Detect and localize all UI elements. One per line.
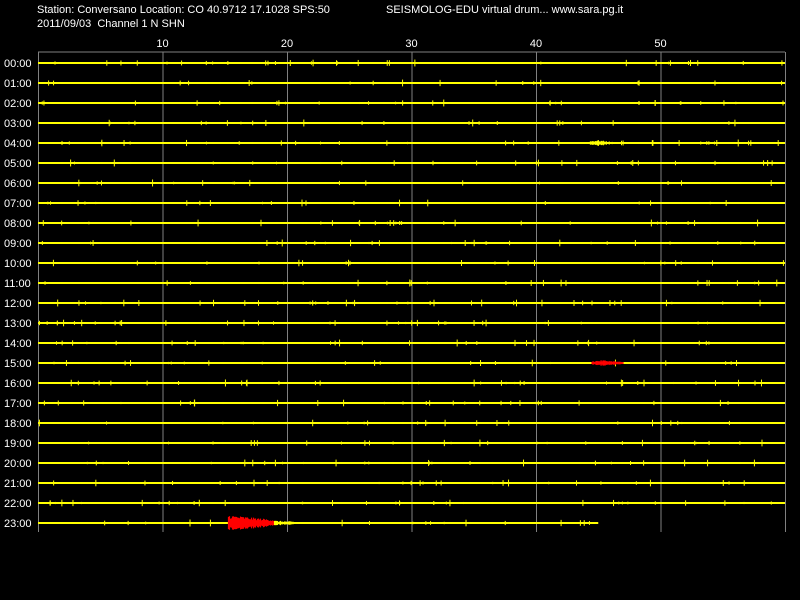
- hour-label: 03:00: [4, 118, 32, 130]
- hour-label: 07:00: [4, 198, 32, 210]
- hour-label: 12:00: [4, 298, 32, 310]
- minute-tick-label: 40: [530, 38, 542, 50]
- hour-label: 08:00: [4, 218, 32, 230]
- hour-label: 19:00: [4, 438, 32, 450]
- minute-tick-label: 10: [156, 38, 168, 50]
- minute-tick-label: 20: [281, 38, 293, 50]
- hour-label: 14:00: [4, 338, 32, 350]
- hour-label: 13:00: [4, 318, 32, 330]
- hour-label: 09:00: [4, 238, 32, 250]
- hour-label: 04:00: [4, 138, 32, 150]
- hour-label: 21:00: [4, 478, 32, 490]
- seismogram-drum: 10 20 30 40 50 00:00 01:00 02:00 03:00 04:00 05:00…: [4, 38, 786, 532]
- hour-label: 10:00: [4, 258, 32, 270]
- hour-label: 22:00: [4, 498, 32, 510]
- hour-label: 11:00: [4, 278, 31, 290]
- hour-label: 06:00: [4, 178, 32, 190]
- hour-label: 18:00: [4, 418, 32, 430]
- hour-label: 16:00: [4, 378, 32, 390]
- hour-label: 20:00: [4, 458, 32, 470]
- hour-label: 15:00: [4, 358, 32, 370]
- hour-label: 05:00: [4, 158, 32, 170]
- hour-label: 01:00: [4, 78, 32, 90]
- hour-label: 02:00: [4, 98, 32, 110]
- minute-tick-label: 30: [405, 38, 417, 50]
- hour-label: 00:00: [4, 58, 32, 70]
- hour-label: 23:00: [4, 518, 32, 530]
- minute-tick-label: 50: [654, 38, 666, 50]
- hour-label: 17:00: [4, 398, 32, 410]
